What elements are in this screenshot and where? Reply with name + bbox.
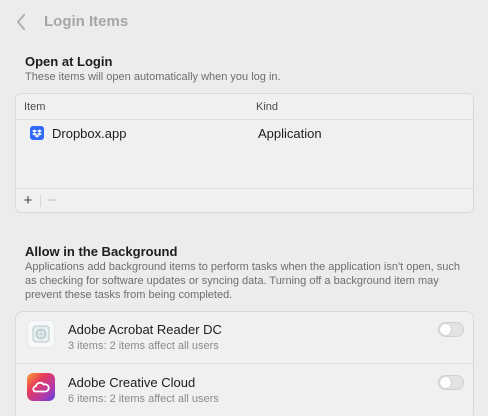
add-item-button[interactable]: + (19, 192, 37, 210)
list-item: Adobe Creative Cloud 6 items: 2 items af… (16, 365, 473, 416)
dropbox-icon (30, 126, 44, 140)
background-heading: Allow in the Background (25, 244, 178, 259)
open-at-login-heading: Open at Login (25, 54, 113, 69)
table-footer: + − (16, 188, 473, 212)
chevron-left-icon (17, 14, 25, 30)
login-items-table: Item Kind Dropbox.app Application + − (15, 93, 474, 213)
divider (40, 195, 41, 207)
column-header-kind[interactable]: Kind (256, 101, 278, 114)
page-title: Login Items (44, 13, 129, 30)
open-at-login-description: These items will open automatically when… (25, 71, 281, 83)
item-kind: Application (258, 126, 322, 141)
toggle-knob (440, 377, 451, 388)
column-header-item[interactable]: Item (24, 101, 45, 114)
adobe-acrobat-reader-icon (27, 320, 55, 348)
creative-cloud-background-toggle[interactable] (438, 375, 464, 390)
remove-item-button[interactable]: − (43, 192, 61, 210)
app-detail: 6 items: 2 items affect all users (68, 393, 219, 405)
background-description: Applications add background items to per… (25, 261, 461, 301)
app-detail: 3 items: 2 items affect all users (68, 340, 219, 352)
app-name: Adobe Creative Cloud (68, 375, 196, 390)
background-items-list: Adobe Acrobat Reader DC 3 items: 2 items… (15, 311, 474, 416)
item-name: Dropbox.app (52, 126, 127, 141)
back-button[interactable] (12, 13, 30, 31)
app-name: Adobe Acrobat Reader DC (68, 322, 222, 337)
login-items-pane: Login Items Open at Login These items wi… (0, 0, 488, 416)
acrobat-background-toggle[interactable] (438, 322, 464, 337)
table-header: Item Kind (16, 94, 473, 120)
toolbar: Login Items (0, 0, 488, 44)
toggle-knob (440, 324, 451, 335)
table-row[interactable]: Dropbox.app Application (16, 121, 473, 145)
list-item: Adobe Acrobat Reader DC 3 items: 2 items… (16, 312, 473, 364)
adobe-creative-cloud-icon (27, 373, 55, 401)
